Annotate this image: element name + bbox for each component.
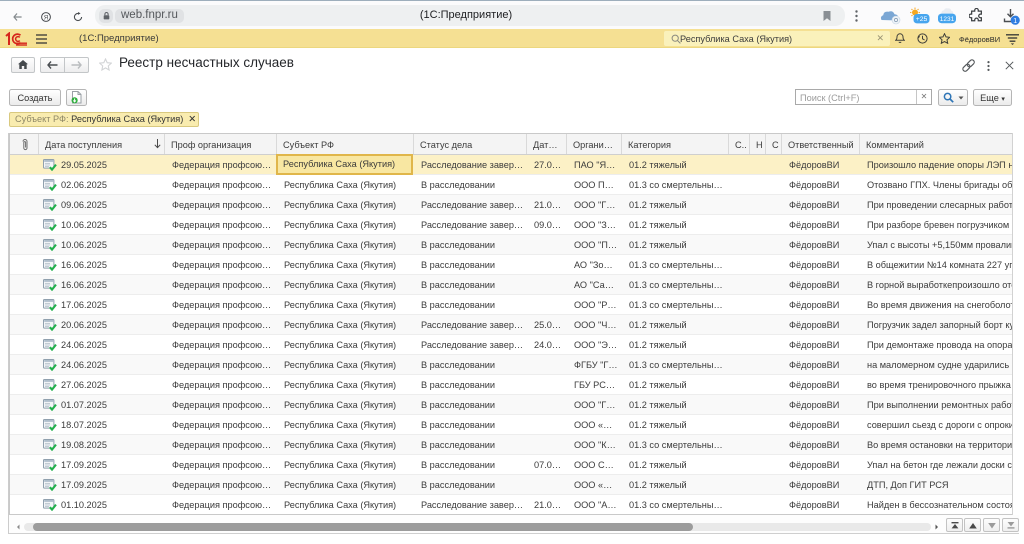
- svg-text:1: 1: [1013, 18, 1017, 25]
- svg-text:Я: Я: [44, 15, 48, 21]
- svg-text:1231: 1231: [940, 16, 955, 23]
- svg-text:+25: +25: [916, 16, 928, 23]
